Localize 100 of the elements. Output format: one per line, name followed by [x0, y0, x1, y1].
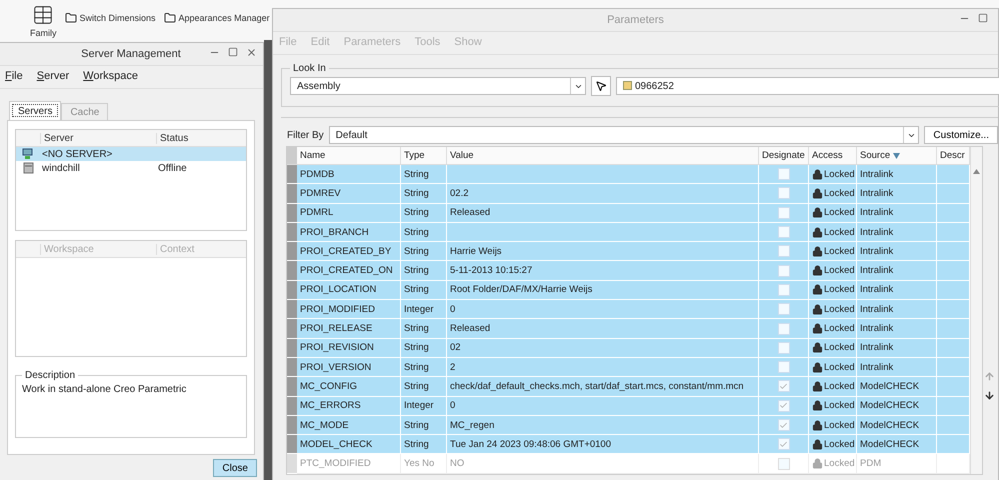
server-row[interactable]: windchill Offline	[16, 161, 246, 175]
table-cell: Locked	[809, 184, 857, 204]
column-header[interactable]: Name	[297, 147, 401, 165]
table-cell: String	[401, 435, 447, 454]
table-cell: Released	[447, 204, 759, 223]
table-cell: String	[401, 165, 447, 184]
table-cell: String	[401, 416, 447, 436]
table-cell: Locked	[809, 222, 857, 242]
table-cell: Integer	[401, 396, 447, 416]
table-cell: PROI_REVISION	[297, 338, 401, 358]
table-cell-text: <NO SERVER>	[41, 148, 114, 160]
model-field[interactable]: 0966252	[616, 77, 999, 95]
table-cell: PROI_VERSION	[297, 358, 401, 378]
table-cell: Harrie Weijs	[447, 242, 759, 262]
table-cell: Intralink	[857, 300, 937, 320]
table-cell: PROI_CREATED_ON	[297, 261, 401, 281]
table-cell: MC_MODE	[297, 416, 401, 436]
table-cell: Integer	[401, 300, 447, 320]
ribbon-button[interactable]: Appearances Manager	[164, 12, 270, 28]
table-cell: Locked	[809, 454, 857, 474]
table-cell: PDMREV	[297, 184, 401, 204]
table-cell: Locked	[809, 300, 857, 320]
column-header[interactable]: Server	[40, 132, 156, 144]
table-cell: Locked	[809, 338, 857, 358]
table-cell: Intralink	[857, 261, 937, 281]
table-cell: ModelCHECK	[857, 377, 937, 397]
table-cell: String	[401, 184, 447, 204]
table-cell: check/daf_default_checks.mch, start/daf_start.mcs, constant/mm.mcn	[447, 377, 759, 397]
column-header[interactable]: Value	[447, 147, 759, 165]
customize-button[interactable]: Customize...	[924, 126, 998, 144]
table-cell: PDMDB	[297, 165, 401, 184]
table-cell: Locked	[809, 396, 857, 416]
close-button[interactable]: Close	[213, 459, 257, 477]
table-cell: ModelCHECK	[857, 396, 937, 416]
description-text: Work in stand-alone Creo Parametric	[22, 384, 186, 395]
table-cell: PROI_LOCATION	[297, 280, 401, 300]
ribbon-button[interactable]: Switch Dimensions	[64, 12, 156, 28]
table-cell: Intralink	[857, 222, 937, 242]
table-cell: Yes No	[401, 454, 447, 474]
group-label: Description	[24, 370, 76, 381]
table-cell-text: windchill	[41, 162, 81, 174]
table-cell: PROI_BRANCH	[297, 222, 401, 242]
column-header[interactable]: Access	[809, 147, 857, 165]
filter-dropdown[interactable]: Default	[328, 126, 920, 144]
table-cell: String	[401, 242, 447, 262]
column-header[interactable]: Source	[857, 147, 937, 165]
table-cell: String	[401, 319, 447, 339]
scope-dropdown[interactable]: Assembly	[290, 77, 586, 95]
table-cell: PROI_RELEASE	[297, 319, 401, 339]
menu-item[interactable]: Server	[36, 70, 70, 84]
table-cell: 02	[447, 338, 759, 358]
table-cell: Intralink	[857, 338, 937, 358]
ribbon-button[interactable]: Family	[30, 28, 56, 42]
table-cell: 0	[447, 396, 759, 416]
column-header[interactable]: Status	[156, 132, 246, 144]
table-cell: Intralink	[857, 280, 937, 300]
table-cell: 2	[447, 358, 759, 378]
table-cell: MODEL_CHECK	[297, 435, 401, 454]
table-cell: String	[401, 358, 447, 378]
table-cell: String	[401, 377, 447, 397]
table-cell: MC_ERRORS	[297, 396, 401, 416]
table-cell: Locked	[809, 319, 857, 339]
table-cell-text: Offline	[157, 162, 188, 174]
table-cell: Locked	[809, 416, 857, 436]
table-cell: String	[401, 204, 447, 223]
table-cell: String	[401, 338, 447, 358]
tab[interactable]: Servers	[9, 101, 62, 120]
table-cell: Root Folder/DAF/MX/Harrie Weijs	[447, 280, 759, 300]
table-cell: Intralink	[857, 184, 937, 204]
table-cell: 0	[447, 300, 759, 320]
table-cell: MC_regen	[447, 416, 759, 436]
group-label: Look In	[292, 63, 327, 74]
table-cell: PDMRL	[297, 204, 401, 223]
table-cell: 02.2	[447, 184, 759, 204]
table-cell: Locked	[809, 435, 857, 454]
column-header[interactable]: Designate	[759, 147, 809, 165]
column-header[interactable]: Type	[401, 147, 447, 165]
table-cell: ModelCHECK	[857, 416, 937, 436]
table-cell: PROI_CREATED_BY	[297, 242, 401, 262]
table-cell: Locked	[809, 242, 857, 262]
table-cell: Locked	[809, 204, 857, 223]
table-cell: NO	[447, 454, 759, 474]
menu-item[interactable]: File	[5, 70, 23, 84]
column-header[interactable]: Descr	[937, 147, 970, 165]
table-cell: Locked	[809, 165, 857, 184]
table-cell: 5-11-2013 10:15:27	[447, 261, 759, 281]
table-cell: ModelCHECK	[857, 435, 937, 454]
window-title: Parameters	[607, 14, 664, 26]
table-cell: String	[401, 222, 447, 242]
table-cell: PROI_MODIFIED	[297, 300, 401, 320]
table-cell: Locked	[809, 280, 857, 300]
menu-item[interactable]: Workspace	[83, 70, 138, 84]
table-cell: Intralink	[857, 165, 937, 184]
table-cell: Tue Jan 24 2023 09:48:06 GMT+0100	[447, 435, 759, 454]
table-cell: MC_CONFIG	[297, 377, 401, 397]
server-row[interactable]: <NO SERVER>	[16, 147, 246, 161]
table-cell: String	[401, 261, 447, 281]
table-cell: PDM	[857, 454, 937, 474]
table-cell: PTC_MODIFIED	[297, 454, 401, 474]
table-cell: Locked	[809, 261, 857, 281]
